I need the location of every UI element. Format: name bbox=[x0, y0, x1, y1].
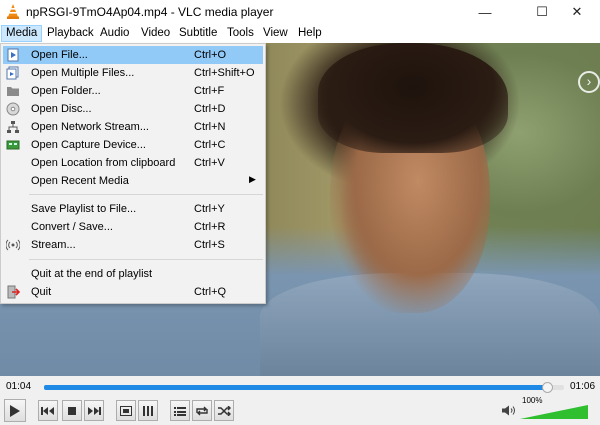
fullscreen-button[interactable] bbox=[116, 400, 136, 421]
previous-icon bbox=[41, 406, 54, 415]
menu-item-save-playlist[interactable]: Save Playlist to File... Ctrl+Y bbox=[3, 200, 263, 218]
menu-item-shortcut: Ctrl+Shift+O bbox=[194, 67, 255, 79]
play-icon bbox=[10, 404, 20, 417]
play-button[interactable] bbox=[4, 399, 26, 422]
next-arrow-icon[interactable]: › bbox=[578, 71, 600, 93]
maximize-icon: ☐ bbox=[536, 4, 548, 19]
volume-level bbox=[520, 405, 588, 419]
extended-settings-button[interactable] bbox=[138, 400, 158, 421]
menu-item-shortcut: Ctrl+S bbox=[194, 239, 225, 251]
window-title: npRSGI-9TmO4Ap04.mp4 - VLC media player bbox=[26, 5, 274, 19]
menu-item-label: Open Disc... bbox=[31, 103, 92, 115]
equalizer-icon bbox=[143, 405, 153, 416]
next-icon bbox=[88, 406, 101, 415]
menu-item-open-location-clipboard[interactable]: Open Location from clipboard Ctrl+V bbox=[3, 154, 263, 172]
menu-item-label: Open Multiple Files... bbox=[31, 67, 135, 79]
menu-item-label: Open File... bbox=[31, 49, 88, 61]
menu-item-stream[interactable]: Stream... Ctrl+S bbox=[3, 236, 263, 254]
total-time: 01:06 bbox=[570, 381, 596, 392]
title-bar: npRSGI-9TmO4Ap04.mp4 - VLC media player … bbox=[0, 0, 600, 24]
stop-icon bbox=[68, 406, 76, 415]
playback-controls: 100% bbox=[0, 396, 600, 425]
playlist-icon bbox=[174, 406, 186, 416]
menu-item-shortcut: Ctrl+Q bbox=[194, 286, 227, 298]
network-icon bbox=[7, 121, 19, 133]
menu-item-shortcut: Ctrl+C bbox=[194, 139, 226, 151]
menu-separator bbox=[29, 259, 263, 260]
fullscreen-icon bbox=[120, 405, 132, 416]
playlist-button[interactable] bbox=[170, 400, 190, 421]
menu-playback[interactable]: Playback bbox=[43, 25, 98, 42]
seek-handle[interactable] bbox=[542, 382, 554, 393]
seek-bar-area: 01:04 01:06 bbox=[0, 376, 600, 396]
loop-button[interactable] bbox=[192, 400, 212, 421]
open-file-icon bbox=[7, 48, 19, 62]
menu-item-label: Open Recent Media bbox=[31, 175, 129, 187]
quit-icon bbox=[7, 285, 20, 299]
menu-item-open-network-stream[interactable]: Open Network Stream... Ctrl+N bbox=[3, 118, 263, 136]
menu-item-label: Convert / Save... bbox=[31, 221, 113, 233]
menu-item-label: Open Network Stream... bbox=[31, 121, 149, 133]
menu-item-quit[interactable]: Quit Ctrl+Q bbox=[3, 283, 263, 301]
menu-separator bbox=[29, 194, 263, 195]
menu-item-label: Open Location from clipboard bbox=[31, 157, 176, 169]
disc-icon bbox=[6, 102, 20, 116]
menu-item-open-capture-device[interactable]: Open Capture Device... Ctrl+C bbox=[3, 136, 263, 154]
menu-item-open-file[interactable]: Open File... Ctrl+O bbox=[3, 46, 263, 64]
menu-item-label: Quit at the end of playlist bbox=[31, 268, 153, 280]
menu-item-shortcut: Ctrl+R bbox=[194, 221, 226, 233]
volume-slider[interactable] bbox=[520, 405, 588, 419]
menu-help[interactable]: Help bbox=[294, 25, 326, 42]
menu-item-label: Save Playlist to File... bbox=[31, 203, 137, 215]
media-menu-dropdown: Open File... Ctrl+O Open Multiple Files.… bbox=[0, 43, 266, 304]
shuffle-icon bbox=[218, 405, 231, 416]
speaker-icon[interactable] bbox=[501, 400, 517, 421]
menu-subtitle[interactable]: Subtitle bbox=[175, 25, 221, 42]
stream-icon bbox=[6, 239, 20, 251]
minimize-icon: — bbox=[478, 4, 492, 20]
previous-button[interactable] bbox=[38, 400, 58, 421]
menu-view[interactable]: View bbox=[259, 25, 292, 42]
menu-item-quit-at-end[interactable]: Quit at the end of playlist bbox=[3, 265, 263, 283]
capture-device-icon bbox=[6, 140, 20, 150]
menu-item-open-folder[interactable]: Open Folder... Ctrl+F bbox=[3, 82, 263, 100]
menu-item-shortcut: Ctrl+V bbox=[194, 157, 225, 169]
vlc-cone-icon bbox=[7, 4, 19, 19]
menu-item-open-multiple-files[interactable]: Open Multiple Files... Ctrl+Shift+O bbox=[3, 64, 263, 82]
close-button[interactable]: ✕ bbox=[554, 0, 600, 24]
close-icon: ✕ bbox=[571, 4, 583, 19]
volume-percent: 100% bbox=[522, 396, 543, 405]
submenu-arrow-icon: ▶ bbox=[249, 174, 256, 184]
menu-bar: Media Playback Audio Video Subtitle Tool… bbox=[0, 24, 600, 43]
menu-video[interactable]: Video bbox=[137, 25, 174, 42]
elapsed-time: 01:04 bbox=[6, 381, 32, 392]
loop-icon bbox=[196, 406, 208, 415]
next-button[interactable] bbox=[84, 400, 104, 421]
menu-item-shortcut: Ctrl+Y bbox=[194, 203, 225, 215]
video-frame-hair bbox=[318, 43, 508, 153]
menu-item-open-recent-media[interactable]: Open Recent Media ▶ bbox=[3, 172, 263, 190]
seek-slider[interactable] bbox=[44, 382, 564, 393]
menu-media[interactable]: Media bbox=[1, 25, 43, 42]
menu-item-shortcut: Ctrl+O bbox=[194, 49, 227, 61]
open-multiple-files-icon bbox=[6, 66, 19, 80]
menu-item-open-disc[interactable]: Open Disc... Ctrl+D bbox=[3, 100, 263, 118]
menu-item-label: Stream... bbox=[31, 239, 76, 251]
menu-item-label: Open Folder... bbox=[31, 85, 101, 97]
menu-audio[interactable]: Audio bbox=[96, 25, 133, 42]
menu-item-convert-save[interactable]: Convert / Save... Ctrl+R bbox=[3, 218, 263, 236]
menu-item-label: Quit bbox=[31, 286, 52, 298]
seek-progress bbox=[44, 385, 549, 390]
stop-button[interactable] bbox=[62, 400, 82, 421]
menu-item-shortcut: Ctrl+F bbox=[194, 85, 225, 97]
menu-item-shortcut: Ctrl+D bbox=[194, 103, 226, 115]
minimize-button[interactable]: — bbox=[462, 0, 508, 24]
menu-item-shortcut: Ctrl+N bbox=[194, 121, 226, 133]
shuffle-button[interactable] bbox=[214, 400, 234, 421]
menu-tools[interactable]: Tools bbox=[223, 25, 258, 42]
folder-icon bbox=[7, 87, 19, 96]
menu-item-label: Open Capture Device... bbox=[31, 139, 146, 151]
